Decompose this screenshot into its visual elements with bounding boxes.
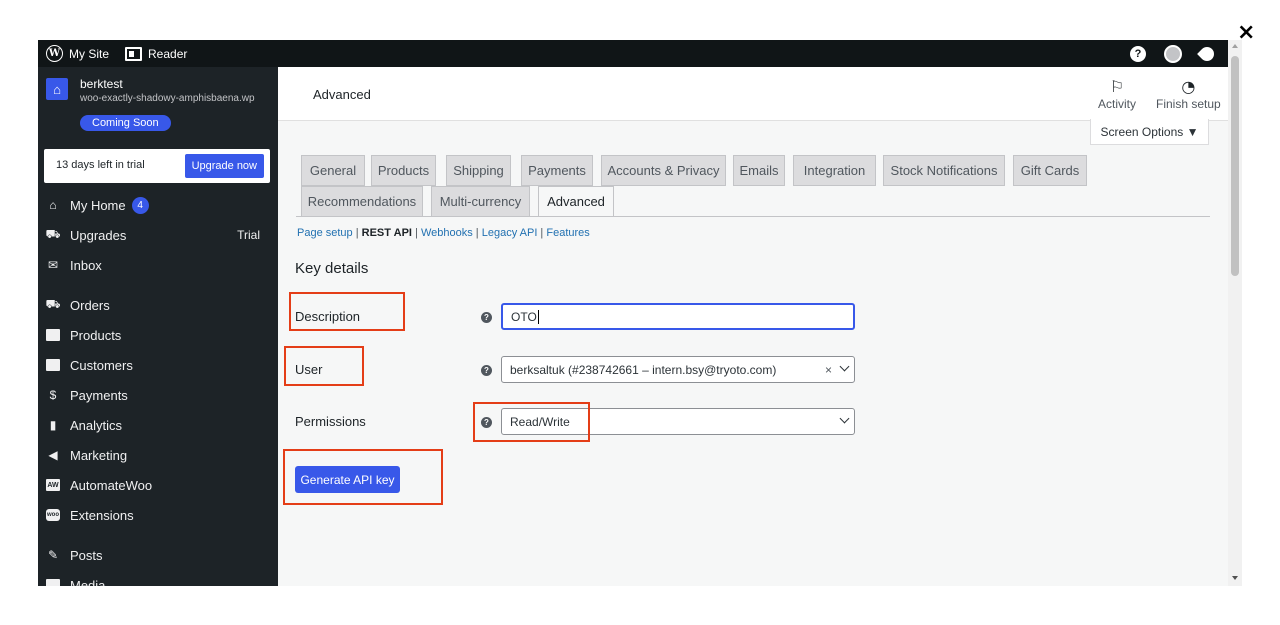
tab-products[interactable]: Products xyxy=(371,155,436,186)
sidebar-item-orders[interactable]: ⛟ Orders xyxy=(38,291,278,319)
sidebar-item-my-home[interactable]: ⌂ My Home 4 xyxy=(38,191,278,219)
house-icon: ⌂ xyxy=(49,198,57,212)
tabs-divider xyxy=(296,216,1210,217)
clear-icon[interactable]: × xyxy=(825,363,832,377)
sidebar-item-inbox[interactable]: ✉ Inbox xyxy=(38,251,278,279)
help-icon[interactable]: ? xyxy=(481,312,492,323)
sidebar-item-customers[interactable]: Customers xyxy=(38,351,278,379)
subnav-webhooks[interactable]: Webhooks xyxy=(421,227,473,239)
scroll-up-icon[interactable] xyxy=(1232,44,1238,48)
sidebar-item-automatewoo[interactable]: AW AutomateWoo xyxy=(38,471,278,499)
reader-link[interactable]: Reader xyxy=(125,40,187,67)
site-name: berktest xyxy=(80,77,123,91)
flag-icon: ⚐ xyxy=(1109,77,1125,96)
dollar-icon: $ xyxy=(49,388,57,402)
trial-notice: 13 days left in trial Upgrade now xyxy=(44,149,270,183)
screen-options-button[interactable]: Screen Options ▼ xyxy=(1090,119,1209,145)
section-heading: Key details xyxy=(295,260,369,277)
sidebar-item-marketing[interactable]: ◀ Marketing xyxy=(38,441,278,469)
archive-icon xyxy=(46,328,60,342)
user-select[interactable]: berksaltuk (#238742661 – intern.bsy@tryo… xyxy=(501,356,855,383)
progress-circle-icon: ◔ xyxy=(1181,77,1196,96)
tab-advanced[interactable]: Advanced xyxy=(538,186,614,217)
description-value: OTO xyxy=(511,309,537,324)
sidebar-item-posts[interactable]: ✎ Posts xyxy=(38,541,278,569)
finish-setup-button[interactable]: ◔ Finish setup xyxy=(1156,77,1221,111)
inbox-icon: ✉ xyxy=(47,258,59,272)
activity-button[interactable]: ⚐ Activity xyxy=(1098,77,1136,111)
customers-icon xyxy=(46,358,60,372)
tab-recommendations[interactable]: Recommendations xyxy=(301,186,423,217)
notifications-icon[interactable] xyxy=(1197,43,1217,64)
home-site-icon: ⌂ xyxy=(46,78,68,100)
my-site-link[interactable]: W My Site xyxy=(46,40,109,67)
scroll-down-icon[interactable] xyxy=(1232,576,1238,580)
chevron-down-icon xyxy=(839,361,850,372)
reader-label: Reader xyxy=(148,46,188,61)
megaphone-icon: ◀ xyxy=(48,448,58,462)
automatewoo-icon: AW xyxy=(46,478,60,492)
trial-tag: Trial xyxy=(237,228,260,242)
my-site-label: My Site xyxy=(69,46,110,61)
description-field[interactable]: OTO xyxy=(501,303,855,330)
status-badge: Coming Soon xyxy=(80,115,171,131)
subnav-page-setup[interactable]: Page setup xyxy=(297,227,353,239)
tab-stock-notifications[interactable]: Stock Notifications xyxy=(883,155,1005,186)
pin-icon: ✎ xyxy=(47,548,59,562)
tab-payments[interactable]: Payments xyxy=(521,155,593,186)
tab-emails[interactable]: Emails xyxy=(733,155,785,186)
scroll-thumb[interactable] xyxy=(1231,56,1239,276)
tab-accounts-privacy[interactable]: Accounts & Privacy xyxy=(601,155,726,186)
section-subnav: Page setup | REST API | Webhooks | Legac… xyxy=(297,227,590,239)
cart-icon: ⛟ xyxy=(45,227,61,241)
woo-icon: woo xyxy=(46,508,60,522)
tab-integration[interactable]: Integration xyxy=(793,155,876,186)
subnav-legacy-api[interactable]: Legacy API xyxy=(482,227,538,239)
avatar[interactable] xyxy=(1164,44,1182,63)
media-icon xyxy=(46,578,60,586)
tab-general[interactable]: General xyxy=(301,155,365,186)
wordpress-icon: W xyxy=(46,45,63,62)
page-header: Advanced ⚐ Activity ◔ Finish setup xyxy=(278,67,1228,121)
subnav-features[interactable]: Features xyxy=(546,227,589,239)
subnav-rest-api[interactable]: REST API xyxy=(362,227,412,239)
top-bar: W My Site Reader ? xyxy=(38,40,1228,67)
sidebar-item-products[interactable]: Products xyxy=(38,321,278,349)
page-title: Advanced xyxy=(313,87,371,102)
sidebar-item-payments[interactable]: $ Payments xyxy=(38,381,278,409)
help-icon[interactable]: ? xyxy=(481,365,492,376)
count-badge: 4 xyxy=(131,196,149,214)
sidebar-item-media[interactable]: Media xyxy=(38,571,278,586)
permissions-label: Permissions xyxy=(295,414,366,429)
bar-chart-icon: ▮ xyxy=(49,418,57,432)
tab-multi-currency[interactable]: Multi-currency xyxy=(431,186,530,217)
reader-icon xyxy=(125,46,142,61)
trial-text: 13 days left in trial xyxy=(56,159,145,171)
tab-gift-cards[interactable]: Gift Cards xyxy=(1013,155,1087,186)
highlight-user xyxy=(284,346,364,386)
sidebar: ⌂ berktest woo-exactly-shadowy-amphisbae… xyxy=(38,67,278,586)
sidebar-item-upgrades[interactable]: ⛟ Upgrades Trial xyxy=(38,221,278,249)
site-card[interactable]: ⌂ berktest woo-exactly-shadowy-amphisbae… xyxy=(38,67,278,137)
site-url: woo-exactly-shadowy-amphisbaena.wp xyxy=(80,93,255,104)
help-icon[interactable]: ? xyxy=(1130,45,1146,62)
sidebar-item-extensions[interactable]: woo Extensions xyxy=(38,501,278,529)
browser-frame: W My Site Reader ? ⌂ berktest woo-exactl… xyxy=(38,40,1242,586)
upgrade-now-button[interactable]: Upgrade now xyxy=(184,154,264,178)
user-value: berksaltuk (#238742661 – intern.bsy@tryo… xyxy=(510,362,777,377)
cart-icon: ⛟ xyxy=(45,297,61,311)
highlight-description xyxy=(289,292,405,331)
tab-shipping[interactable]: Shipping xyxy=(446,155,511,186)
highlight-permissions xyxy=(473,402,590,442)
chevron-down-icon xyxy=(839,413,850,424)
scrollbar[interactable] xyxy=(1228,40,1242,586)
highlight-generate xyxy=(283,449,443,505)
sidebar-item-analytics[interactable]: ▮ Analytics xyxy=(38,411,278,439)
